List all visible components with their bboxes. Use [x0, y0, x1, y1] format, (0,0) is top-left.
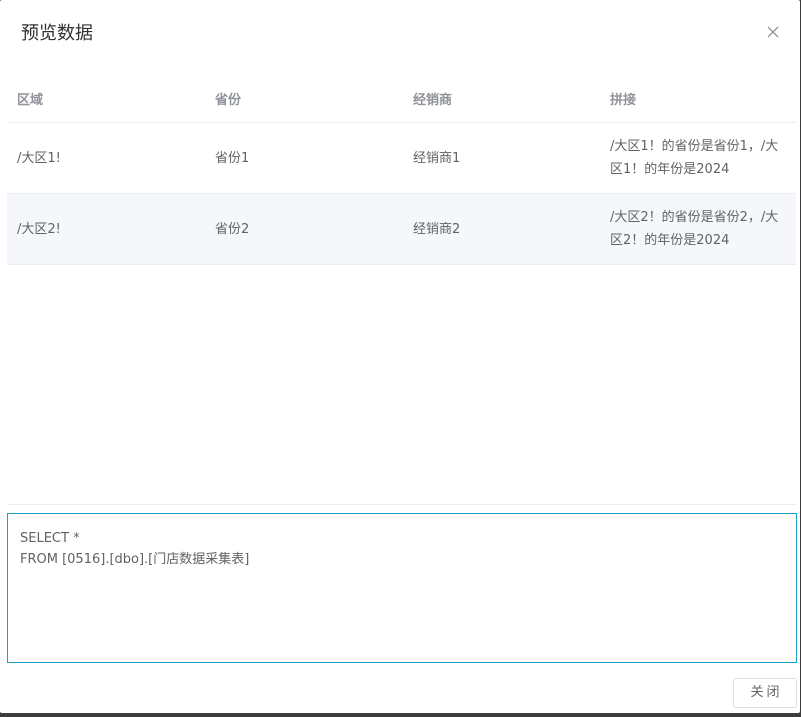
column-header-concat[interactable]: 拼接 [600, 89, 796, 108]
table-cell: 省份1 [215, 150, 250, 166]
close-icon[interactable] [766, 25, 780, 39]
dialog-header: 预览数据 [0, 0, 800, 68]
column-header-region[interactable]: 区域 [7, 89, 205, 108]
table-row[interactable]: /大区1! 省份1 经销商1 /大区1！的省份是省份1，/大区1！的年份是202… [7, 123, 796, 194]
column-header-province[interactable]: 省份 [205, 89, 403, 108]
table-row[interactable]: /大区2! 省份2 经销商2 /大区2！的省份是省份2，/大区2！的年份是202… [7, 194, 796, 265]
table-cell: 经销商2 [413, 221, 461, 237]
table-bottom-divider [7, 504, 796, 505]
table-cell: /大区1! [17, 150, 61, 166]
table-cell: /大区1！的省份是省份1，/大区1！的年份是2024 [610, 139, 779, 177]
table-cell: 经销商1 [413, 150, 461, 166]
table-cell: /大区2！的省份是省份2，/大区2！的年份是2024 [610, 210, 779, 248]
table-header: 区域 省份 经销商 拼接 [7, 74, 796, 123]
background-overlay [0, 713, 801, 717]
preview-data-dialog: 预览数据 区域 省份 经销商 拼接 /大区1! 省份1 经销商1 /大区1！的省… [0, 0, 800, 713]
table-cell: /大区2! [17, 221, 61, 237]
dialog-title: 预览数据 [21, 23, 93, 44]
data-table: 区域 省份 经销商 拼接 /大区1! 省份1 经销商1 /大区1！的省份是省份1… [7, 74, 796, 265]
close-button[interactable]: 关闭 [733, 678, 797, 708]
sql-query-textarea[interactable]: SELECT * FROM [0516].[dbo].[门店数据采集表] [7, 513, 797, 663]
table-cell: 省份2 [215, 221, 250, 237]
column-header-dealer[interactable]: 经销商 [403, 89, 600, 108]
